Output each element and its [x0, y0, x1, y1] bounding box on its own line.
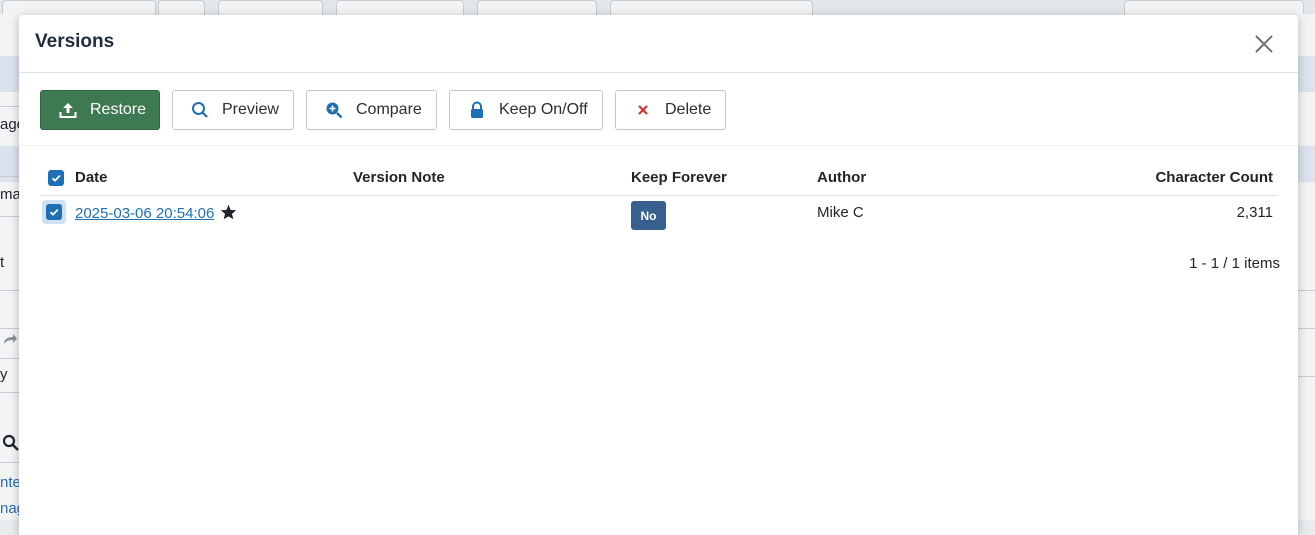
date-cell: 2025-03-06 20:54:06 [75, 204, 237, 224]
restore-label: Restore [90, 101, 147, 118]
redo-icon[interactable] [2, 332, 19, 352]
background-divider [0, 176, 19, 177]
background-divider [1298, 328, 1315, 329]
background-text: ma [0, 186, 19, 203]
character-count-cell: 2,311 [1236, 204, 1273, 221]
versions-grid: Date Version Note Keep Forever Author Ch… [40, 165, 1278, 234]
compare-button[interactable]: Compare [306, 90, 437, 130]
x-icon [633, 100, 653, 120]
upload-icon [58, 100, 78, 120]
background-divider [0, 106, 19, 107]
background-divider [0, 462, 19, 463]
close-icon [1255, 35, 1273, 53]
lock-icon [467, 100, 487, 120]
author-cell: Mike C [817, 204, 864, 221]
background-divider [0, 216, 19, 217]
background-text: y [0, 366, 8, 383]
background-divider [0, 358, 19, 359]
pager-info: 1 - 1 / 1 items [1189, 255, 1280, 272]
background-divider [0, 290, 19, 291]
keep-on-off-label: Keep On/Off [499, 101, 588, 118]
zoom-in-icon [324, 100, 344, 120]
background-divider [0, 392, 19, 393]
column-header-character-count[interactable]: Character Count [1155, 169, 1273, 186]
preview-label: Preview [222, 101, 279, 118]
table-row[interactable]: 2025-03-06 20:54:06 No Mike C 2,311 [40, 196, 1278, 234]
background-band [0, 56, 19, 92]
versions-toolbar: Restore Preview Compare Keep On/Off Dele… [19, 73, 1298, 146]
background-link[interactable]: nte [0, 474, 19, 491]
star-icon [220, 204, 237, 224]
row-checkbox[interactable] [46, 204, 62, 220]
check-icon [49, 208, 59, 216]
restore-button[interactable]: Restore [40, 90, 160, 130]
preview-button[interactable]: Preview [172, 90, 294, 130]
close-button[interactable] [1252, 32, 1276, 56]
search-icon [190, 100, 210, 120]
background-text: t [0, 254, 5, 271]
version-date-link[interactable]: 2025-03-06 20:54:06 [75, 205, 214, 222]
column-header-keep-forever[interactable]: Keep Forever [631, 169, 727, 186]
background-text: age [0, 116, 19, 133]
delete-label: Delete [665, 101, 712, 118]
versions-dialog: Versions Restore Preview Compare Keep On… [19, 15, 1298, 535]
column-header-author[interactable]: Author [817, 169, 866, 186]
delete-button[interactable]: Delete [615, 90, 726, 130]
grid-header: Date Version Note Keep Forever Author Ch… [40, 165, 1278, 196]
column-header-version-note[interactable]: Version Note [353, 169, 445, 186]
background-divider [1298, 376, 1315, 377]
keep-on-off-button[interactable]: Keep On/Off [449, 90, 603, 130]
keep-forever-badge: No [631, 201, 666, 230]
background-band [1298, 146, 1315, 182]
search-icon[interactable] [2, 434, 19, 456]
check-icon [51, 174, 61, 182]
compare-label: Compare [356, 101, 422, 118]
column-header-date[interactable]: Date [75, 169, 108, 186]
dialog-title: Versions [35, 31, 115, 52]
select-all-checkbox[interactable] [48, 170, 64, 186]
dialog-header: Versions [19, 15, 1298, 73]
background-divider [0, 328, 19, 329]
background-link[interactable]: nag [0, 500, 19, 517]
background-band [1298, 56, 1315, 92]
background-divider [1298, 290, 1315, 291]
